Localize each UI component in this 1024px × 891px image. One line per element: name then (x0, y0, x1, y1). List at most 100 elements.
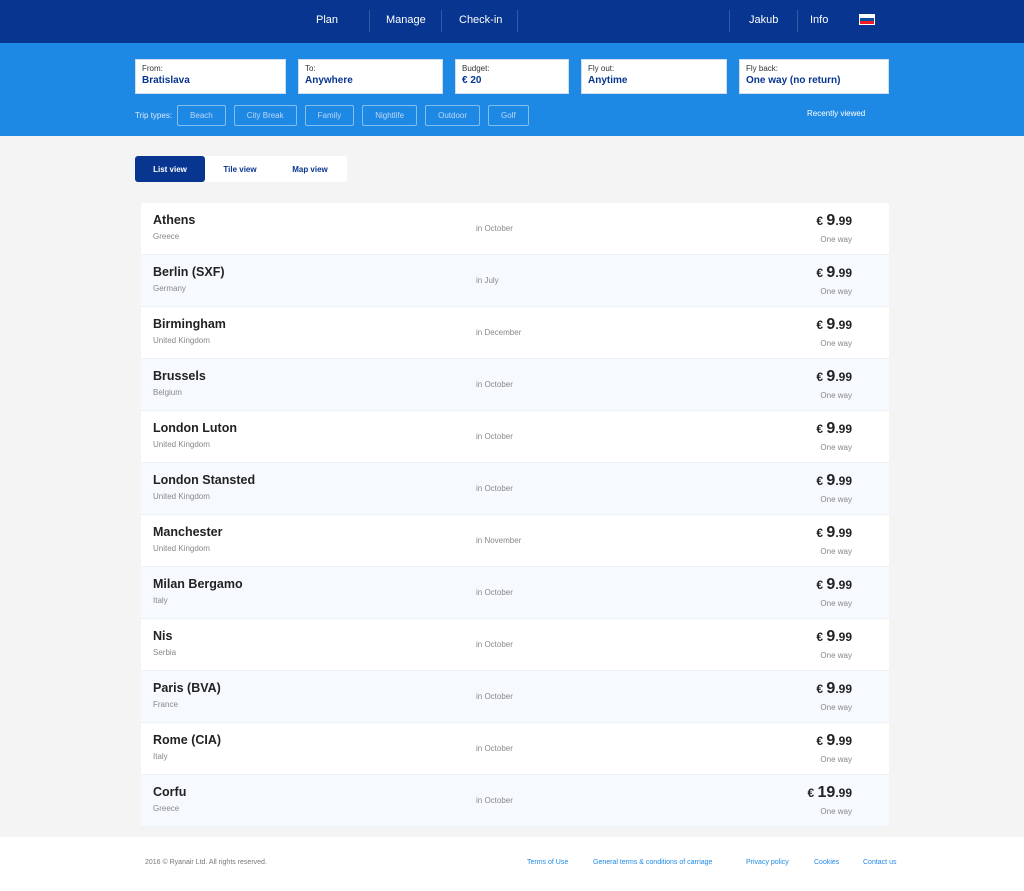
travel-month: in November (476, 536, 522, 545)
fly-out-field[interactable]: Fly out: Anytime (581, 59, 727, 94)
price-currency: € (816, 370, 824, 384)
list-item[interactable]: London Stansted United Kingdom in October €… (141, 463, 889, 515)
price-currency: € (816, 422, 824, 436)
nav-plan[interactable]: Plan (316, 14, 338, 26)
destination-city: Manchester (153, 525, 223, 539)
travel-month: in October (476, 744, 513, 753)
destination-country: Greece (153, 232, 180, 241)
budget-label: Budget: (462, 64, 490, 73)
fare-type: One way (820, 391, 852, 400)
privacy-policy-link[interactable]: Privacy policy (746, 859, 789, 866)
trip-type-nightlife[interactable]: Nightlife (362, 105, 418, 126)
slovakia-flag-icon[interactable] (859, 14, 875, 25)
destination-country: United Kingdom (153, 544, 210, 553)
list-item[interactable]: London Luton United Kingdom in October € 9.… (141, 411, 889, 463)
travel-month: in December (476, 328, 522, 337)
terms-of-use-link[interactable]: Terms of Use (527, 859, 568, 866)
price-integer: 9 (826, 420, 836, 437)
price-currency: € (816, 318, 824, 332)
from-field[interactable]: From: Bratislava (135, 59, 286, 94)
from-value: Bratislava (142, 75, 190, 86)
map-view-tab[interactable]: Map view (275, 156, 345, 182)
destination-city: Birmingham (153, 317, 226, 331)
contact-us-link[interactable]: Contact us (863, 859, 896, 866)
destination-country: Belgium (153, 388, 182, 397)
price-integer: 19 (817, 784, 836, 801)
top-navigation-bar: Plan Manage Check-in Jakub Info (0, 0, 1024, 43)
list-item[interactable]: Nis Serbia in October € 9.99 One way (141, 619, 889, 671)
price-decimal: .99 (835, 318, 852, 332)
general-terms-link[interactable]: General terms & conditions of carriage (593, 859, 712, 866)
nav-separator (441, 10, 442, 32)
trip-type-outdoor[interactable]: Outdoor (425, 105, 481, 126)
price-currency: € (816, 266, 824, 280)
price: € 19.99 (807, 784, 852, 802)
list-item[interactable]: Birmingham United Kingdom in December € 9.9… (141, 307, 889, 359)
trip-type-beach[interactable]: Beach (177, 105, 226, 126)
list-item[interactable]: Berlin (SXF) Germany in July € 9.99 One way (141, 255, 889, 307)
fare-type: One way (820, 495, 852, 504)
price-currency: € (816, 214, 824, 228)
footer: 2016 © Ryanair Ltd. All rights reserved.… (0, 837, 1024, 891)
price: € 9.99 (816, 628, 852, 646)
destination-country: Serbia (153, 648, 177, 657)
to-field[interactable]: To: Anywhere (298, 59, 443, 94)
price-currency: € (816, 578, 824, 592)
recently-viewed-link[interactable]: Recently viewed (807, 109, 865, 118)
price-decimal: .99 (835, 474, 852, 488)
fare-type: One way (820, 807, 852, 816)
list-item[interactable]: Manchester United Kingdom in November € 9.9… (141, 515, 889, 567)
list-item[interactable]: Paris (BVA) France in October € 9.99 One way (141, 671, 889, 723)
user-menu[interactable]: Jakub (749, 14, 778, 26)
price-decimal: .99 (835, 734, 852, 748)
fare-type: One way (820, 599, 852, 608)
list-item[interactable]: Corfu Greece in October € 19.99 One way (141, 775, 889, 827)
nav-check-in[interactable]: Check-in (459, 14, 502, 26)
list-item[interactable]: Brussels Belgium in October € 9.99 One way (141, 359, 889, 411)
destination-city: Milan Bergamo (153, 577, 243, 591)
fare-type: One way (820, 703, 852, 712)
travel-month: in October (476, 692, 513, 701)
price: € 9.99 (816, 368, 852, 386)
price-currency: € (816, 630, 824, 644)
destination-city: London Stansted (153, 473, 256, 487)
list-item[interactable]: Milan Bergamo Italy in October € 9.99 One wa… (141, 567, 889, 619)
fare-type: One way (820, 651, 852, 660)
nav-separator (517, 10, 518, 32)
fly-out-value: Anytime (588, 75, 628, 86)
search-bar: From: Bratislava To: Anywhere Budget: € … (0, 43, 1024, 136)
nav-manage[interactable]: Manage (386, 14, 426, 26)
trip-type-family[interactable]: Family (304, 105, 355, 126)
price-decimal: .99 (835, 526, 852, 540)
fly-back-field[interactable]: Fly back: One way (no return) (739, 59, 889, 94)
list-item[interactable]: Athens Greece in October € 9.99 One way (141, 203, 889, 255)
price-integer: 9 (826, 576, 836, 593)
view-toggle: List view Tile view Map view (135, 156, 347, 182)
tile-view-tab[interactable]: Tile view (205, 156, 275, 182)
cookies-link[interactable]: Cookies (814, 859, 839, 866)
price: € 9.99 (816, 316, 852, 334)
trip-types: Trip types: Beach City Break Family Nigh… (135, 105, 537, 126)
price-currency: € (807, 786, 815, 800)
from-label: From: (142, 64, 163, 73)
list-view-tab[interactable]: List view (135, 156, 205, 182)
price: € 9.99 (816, 212, 852, 230)
trip-types-label: Trip types: (135, 111, 173, 120)
destination-city: Athens (153, 213, 196, 227)
fare-type: One way (820, 339, 852, 348)
fare-type: One way (820, 755, 852, 764)
destination-city: London Luton (153, 421, 237, 435)
destination-country: Italy (153, 752, 168, 761)
price-integer: 9 (826, 368, 836, 385)
budget-field[interactable]: Budget: € 20 (455, 59, 569, 94)
nav-separator (369, 10, 370, 32)
destination-country: United Kingdom (153, 492, 210, 501)
trip-type-city-break[interactable]: City Break (233, 105, 297, 126)
destination-country: Greece (153, 804, 180, 813)
list-item[interactable]: Rome (CIA) Italy in October € 9.99 One way (141, 723, 889, 775)
fare-type: One way (820, 547, 852, 556)
destination-country: France (153, 700, 178, 709)
nav-info[interactable]: Info (810, 14, 828, 26)
price: € 9.99 (816, 420, 852, 438)
trip-type-golf[interactable]: Golf (488, 105, 529, 126)
